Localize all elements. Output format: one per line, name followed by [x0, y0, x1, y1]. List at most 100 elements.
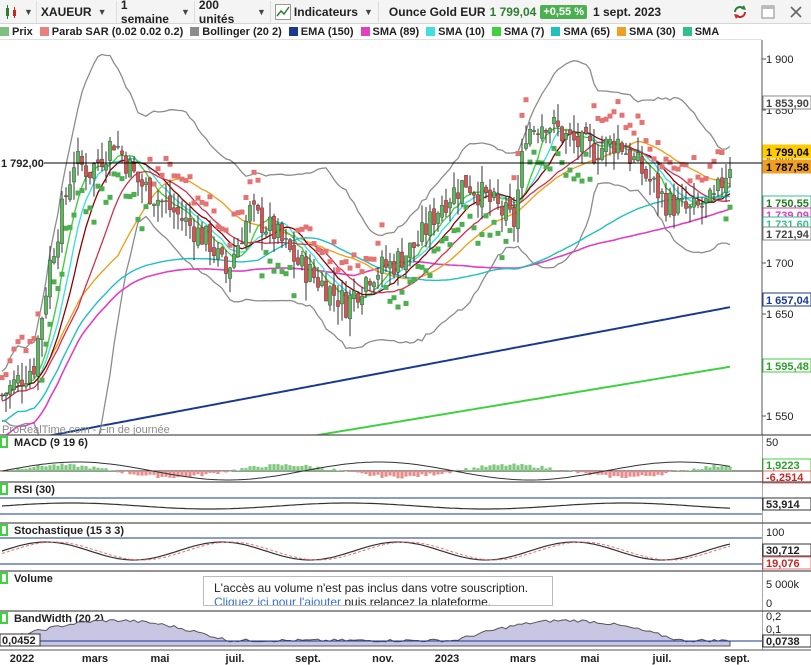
time-axis-label: sept. — [724, 653, 750, 665]
candle[interactable] — [60, 190, 64, 253]
sar-dot — [551, 145, 557, 151]
price-chart[interactable]: ProRealTime.com - Fin de journée 1 792,0… — [0, 40, 811, 665]
chart-type-button[interactable]: ▼ — [0, 0, 37, 23]
macd-bar — [564, 469, 568, 471]
candle[interactable] — [148, 176, 152, 205]
macd-bar — [76, 467, 80, 471]
price-tag: 1 799,04 — [762, 144, 811, 159]
legend-label: SMA (7) — [503, 25, 545, 38]
svg-text:0,0738: 0,0738 — [766, 636, 800, 648]
candle[interactable] — [128, 156, 132, 178]
macd-bar — [720, 466, 724, 471]
macd-bar — [292, 466, 296, 471]
indicator-legend: Prix Parab SAR (0.02 0.02 0.2) Bollinger (… — [0, 24, 762, 40]
legend-item[interactable]: SMA (89) — [360, 26, 419, 38]
legend-item[interactable]: SMA (65) — [551, 26, 610, 38]
macd-bar — [520, 463, 524, 471]
sar-dot — [507, 228, 513, 234]
chevron-down-icon: ▼ — [97, 6, 107, 17]
rsi-pane[interactable]: RSI (30) 53,914 — [0, 481, 811, 523]
macd-bar — [668, 471, 672, 472]
candle[interactable] — [464, 175, 468, 188]
macd-bar — [680, 471, 684, 473]
legend-item[interactable]: SMA (10) — [426, 26, 485, 38]
sar-dot — [255, 177, 261, 183]
sar-dot — [283, 271, 289, 277]
sar-dot — [467, 213, 473, 219]
macd-bar — [324, 469, 328, 471]
legend-swatch — [360, 27, 370, 36]
macd-bar — [576, 471, 580, 474]
sar-dot — [275, 262, 281, 268]
sar-dot — [383, 284, 389, 290]
units-selector[interactable]: 200 unités ▼ — [195, 0, 271, 26]
macd-bar — [188, 471, 192, 478]
legend-item[interactable]: SMA — [682, 26, 719, 38]
macd-bar — [412, 471, 416, 477]
macd-tag: 1,9223 — [762, 458, 811, 472]
macd-bar — [584, 471, 588, 474]
sar-dot — [619, 112, 625, 118]
indicators-button[interactable]: Indicateurs ▼ — [271, 0, 379, 23]
time-axis-label: mai — [581, 653, 600, 665]
macd-bar — [468, 469, 472, 471]
stoch-pane[interactable]: Stochastique (15 3 3) 100 30,71219,076 — [0, 522, 811, 571]
macd-bar — [516, 465, 520, 471]
legend-item[interactable]: Parab SAR (0.02 0.02 0.2) — [39, 26, 183, 38]
macd-bar — [220, 471, 224, 472]
legend-item[interactable]: SMA (7) — [491, 25, 545, 38]
macd-bar — [400, 471, 404, 479]
macd-bar — [132, 471, 136, 475]
macd-bar — [288, 465, 292, 471]
legend-item[interactable]: Prix — [0, 26, 33, 38]
sar-dot — [263, 249, 269, 255]
macd-bar — [484, 466, 488, 471]
macd-bar — [496, 465, 500, 471]
macd-bar — [500, 464, 504, 471]
close-button[interactable] — [785, 1, 807, 23]
macd-bar — [100, 468, 104, 471]
sar-dot — [107, 194, 113, 200]
change-badge: +0,55 % — [540, 4, 587, 19]
macd-bar — [432, 471, 436, 476]
sar-dot — [723, 216, 729, 222]
sar-dot — [71, 212, 77, 218]
price-tag: 1 595,48 — [762, 358, 811, 373]
volume-add-link[interactable]: Cliquez ici pour l'ajouter — [214, 595, 341, 605]
macd-bar — [272, 464, 276, 471]
candle[interactable] — [708, 187, 712, 203]
sar-dot — [43, 341, 49, 347]
macd-bar — [208, 471, 212, 473]
macd-bar — [352, 471, 356, 473]
macd-bar — [492, 464, 496, 471]
legend-item[interactable]: Bollinger (20 2) — [190, 26, 282, 38]
sar-dot — [15, 339, 21, 345]
sar-dot — [511, 175, 517, 181]
volume-subscription-message: L'accès au volume n'est pas inclus dans … — [203, 576, 553, 606]
window-button[interactable] — [757, 1, 779, 23]
sar-dot — [487, 232, 493, 238]
refresh-button[interactable] — [729, 1, 751, 23]
macd-bar — [636, 471, 640, 477]
macd-pane[interactable]: MACD (9 19 6) 501,9223-6,2514 — [0, 434, 811, 484]
sar-dot — [567, 167, 573, 173]
bandwidth-tick-label: 0,1 — [766, 624, 781, 636]
symbol-selector[interactable]: XAUEUR ▼ — [37, 0, 117, 23]
candle[interactable] — [460, 180, 464, 208]
macd-bar — [332, 468, 336, 471]
sar-dot — [447, 242, 453, 248]
svg-text:1 721,94: 1 721,94 — [766, 229, 810, 241]
sar-dot — [587, 176, 593, 182]
macd-bar — [300, 465, 304, 471]
timeframe-selector[interactable]: 1 semaine ▼ — [117, 0, 195, 26]
legend-item[interactable]: EMA (150) — [288, 26, 354, 38]
main-pane[interactable] — [0, 40, 762, 435]
sar-dot — [247, 179, 253, 185]
candle[interactable] — [560, 125, 564, 144]
bandwidth-pane[interactable]: BandWidth (20 2) 0,20,10,07380,0452 — [0, 610, 811, 650]
sar-dot — [207, 194, 213, 200]
macd-bar — [32, 467, 36, 471]
macd-bar — [504, 465, 508, 471]
legend-item[interactable]: SMA (30) — [617, 26, 676, 38]
time-axis — [0, 650, 811, 665]
